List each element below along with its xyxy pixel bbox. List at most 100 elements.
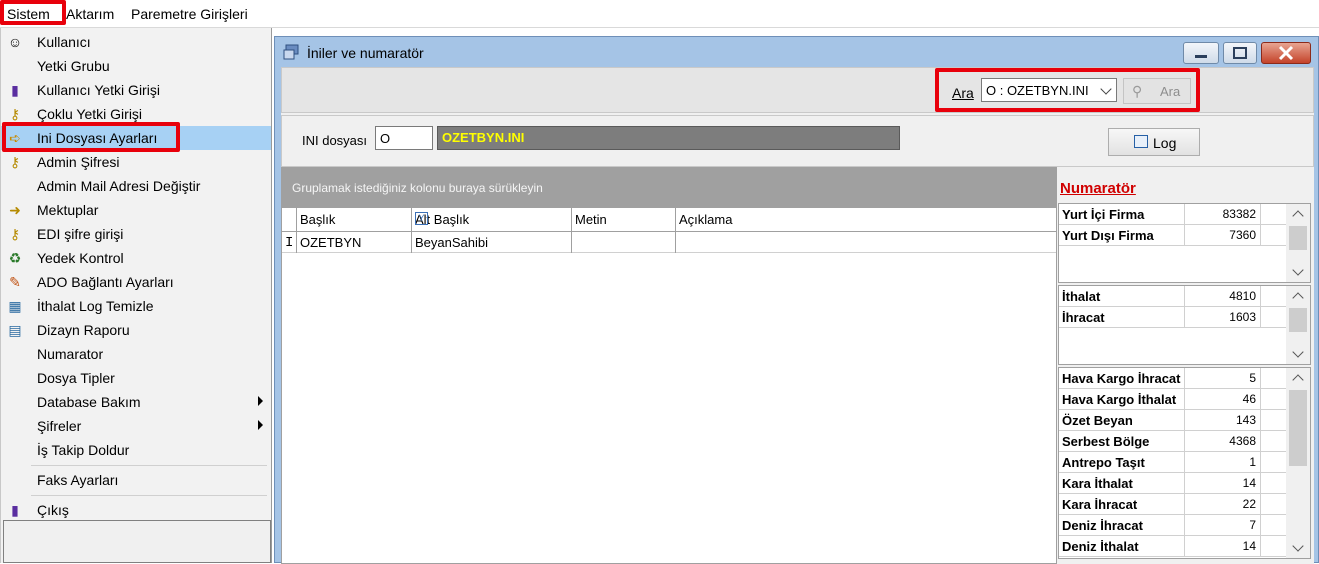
window-titlebar[interactable]: İniler ve numaratör (275, 37, 1318, 67)
numarator-label: İthalat (1062, 289, 1101, 304)
scrollbar[interactable] (1286, 286, 1310, 364)
numarator-title[interactable]: Numaratör (1060, 180, 1136, 197)
menu-aktarim[interactable]: Aktarım (66, 6, 114, 22)
scroll-thumb[interactable] (1289, 226, 1307, 250)
scroll-thumb[interactable] (1289, 390, 1307, 466)
list-item[interactable]: Yurt İçi Firma 83382 (1059, 204, 1287, 225)
menu-item-kullanici-yetki-girisi[interactable]: ▮ Kullanıcı Yetki Girişi (1, 78, 271, 102)
row-indicator-header (282, 208, 297, 232)
scrollbar[interactable] (1286, 368, 1310, 558)
menu-item-label: Çoklu Yetki Girişi (37, 106, 143, 122)
group-by-panel[interactable]: Gruplamak istediğiniz kolonu buraya sürü… (282, 168, 1056, 208)
cell-alt-baslik[interactable]: BeyanSahibi (412, 232, 572, 253)
list-item[interactable]: İthalat 4810 (1059, 286, 1287, 307)
menu-item-label: Yetki Grubu (37, 58, 110, 74)
table-row[interactable]: I OZETBYN BeyanSahibi (282, 232, 1056, 253)
list-item[interactable]: Deniz İhracat 7 (1059, 515, 1287, 536)
numarator-panel: Numaratör Yurt İçi Firma 83382 Yurt Dışı… (1057, 167, 1314, 564)
menu-item-admin-mail[interactable]: Admin Mail Adresi Değiştir (1, 174, 271, 198)
list-item[interactable]: Deniz İthalat 14 (1059, 536, 1287, 557)
scroll-down-icon[interactable] (1292, 264, 1304, 276)
list-item[interactable]: Yurt Dışı Firma 7360 (1059, 225, 1287, 246)
search-toolbar: Ara O : OZETBYN.INI ⚲ Ara (281, 67, 1314, 113)
list-item[interactable]: Hava Kargo İthalat 46 (1059, 389, 1287, 410)
menu-item-faks-ayarlari[interactable]: Faks Ayarları (1, 468, 271, 492)
menu-item-label: Numarator (37, 346, 104, 362)
numarator-value: 143 (1235, 413, 1256, 427)
column-header-aciklama[interactable]: Açıklama (676, 208, 1056, 232)
menu-item-ado-baglanti[interactable]: ✎ ADO Bağlantı Ayarları (1, 270, 271, 294)
menu-item-numarator[interactable]: Numarator (1, 342, 271, 366)
menu-item-coklu-yetki-girisi[interactable]: ⚷ Çoklu Yetki Girişi (1, 102, 271, 126)
cell-aciklama[interactable] (676, 232, 1056, 253)
list-item[interactable]: Hava Kargo İhracat 5 (1059, 368, 1287, 389)
numarator-label: Hava Kargo İthalat (1062, 392, 1177, 407)
scroll-up-icon[interactable] (1292, 374, 1304, 386)
list-item[interactable]: Antrepo Taşıt 1 (1059, 452, 1287, 473)
cell-value: BeyanSahibi (415, 235, 488, 250)
menu-item-kullanici[interactable]: ☺ Kullanıcı (1, 30, 271, 54)
menu-item-sifreler[interactable]: Şifreler (1, 414, 271, 438)
list-item[interactable]: Kara İthalat 14 (1059, 473, 1287, 494)
column-header-baslik[interactable]: Başlık (297, 208, 412, 232)
user-icon: ☺ (7, 34, 23, 50)
scroll-thumb[interactable] (1289, 308, 1307, 332)
cell-metin[interactable] (572, 232, 676, 253)
ini-file-label: INI dosyası (302, 133, 368, 148)
menu-item-label: Dizayn Raporu (37, 322, 130, 338)
folder-arrow-icon: ➪ (9, 130, 21, 146)
key-icon: ⚷ (9, 106, 21, 122)
search-button[interactable]: ⚲ Ara (1123, 78, 1191, 104)
numarator-label: Antrepo Taşıt (1062, 455, 1145, 470)
ini-code-input[interactable]: O (375, 126, 433, 150)
list-item[interactable]: İhracat 1603 (1059, 307, 1287, 328)
numarator-label: Kara İthalat (1062, 476, 1133, 491)
column-header-alt-baslik[interactable]: Alt Başlık Y (412, 208, 572, 232)
scroll-down-icon[interactable] (1292, 346, 1304, 358)
menu-item-yedek-kontrol[interactable]: ♻ Yedek Kontrol (1, 246, 271, 270)
close-button[interactable] (1261, 42, 1311, 64)
scroll-up-icon[interactable] (1292, 210, 1304, 222)
sistem-dropdown-menu: ☺ Kullanıcı Yetki Grubu ▮ Kullanıcı Yetk… (0, 28, 272, 563)
connection-icon: ✎ (9, 274, 21, 290)
scroll-down-icon[interactable] (1292, 540, 1304, 552)
scroll-up-icon[interactable] (1292, 292, 1304, 304)
cell-baslik[interactable]: OZETBYN (297, 232, 412, 253)
menu-item-dizayn-raporu[interactable]: ▤ Dizayn Raporu (1, 318, 271, 342)
scrollbar[interactable] (1286, 204, 1310, 282)
close-icon (1278, 45, 1294, 61)
menu-item-ithalat-log-temizle[interactable]: ▦ İthalat Log Temizle (1, 294, 271, 318)
list-item[interactable]: Serbest Bölge 4368 (1059, 431, 1287, 452)
row-indicator: I (282, 232, 297, 253)
list-item[interactable]: Özet Beyan 143 (1059, 410, 1287, 431)
grid-header: Başlık Alt Başlık Y Metin Açıklama (282, 208, 1056, 232)
menu-item-label: Admin Şifresi (37, 154, 120, 170)
column-header-metin[interactable]: Metin (572, 208, 676, 232)
menu-item-mektuplar[interactable]: ➜ Mektuplar (1, 198, 271, 222)
menu-item-ini-dosyasi-ayarlari[interactable]: ➪ Ini Dosyası Ayarları (1, 126, 271, 150)
menu-sistem[interactable]: Sistem (7, 6, 50, 22)
menu-item-dosya-tipler[interactable]: Dosya Tipler (1, 366, 271, 390)
menu-item-cikis[interactable]: ▮ Çıkış (1, 498, 271, 522)
menu-item-admin-sifresi[interactable]: ⚷ Admin Şifresi (1, 150, 271, 174)
menu-item-yetki-grubu[interactable]: Yetki Grubu (1, 54, 271, 78)
log-button[interactable]: Log (1108, 128, 1200, 156)
log-icon (1134, 135, 1148, 148)
numarator-value: 14 (1242, 539, 1256, 553)
menu-item-label: Ini Dosyası Ayarları (37, 130, 158, 146)
menu-parametre-girisleri[interactable]: Paremetre Girişleri (131, 6, 248, 22)
menu-item-edi-sifre[interactable]: ⚷ EDI şifre girişi (1, 222, 271, 246)
ini-name-field: OZETBYN.INI (437, 126, 900, 150)
menu-item-label: Admin Mail Adresi Değiştir (37, 178, 201, 194)
menu-item-database-bakim[interactable]: Database Bakım (1, 390, 271, 414)
filter-icon[interactable]: Y (415, 212, 428, 225)
numarator-value: 14 (1242, 476, 1256, 490)
numarator-label: Hava Kargo İhracat (1062, 371, 1181, 386)
minimize-button[interactable] (1183, 42, 1219, 64)
maximize-button[interactable] (1223, 42, 1257, 64)
iniler-numarator-window: İniler ve numaratör Ara O : OZETBYN.INI … (274, 36, 1319, 564)
list-item[interactable]: Kara İhracat 22 (1059, 494, 1287, 515)
menu-item-is-takip-doldur[interactable]: İş Takip Doldur (1, 438, 271, 462)
numarator-value: 46 (1242, 392, 1256, 406)
ini-select-dropdown[interactable]: O : OZETBYN.INI (981, 78, 1117, 102)
